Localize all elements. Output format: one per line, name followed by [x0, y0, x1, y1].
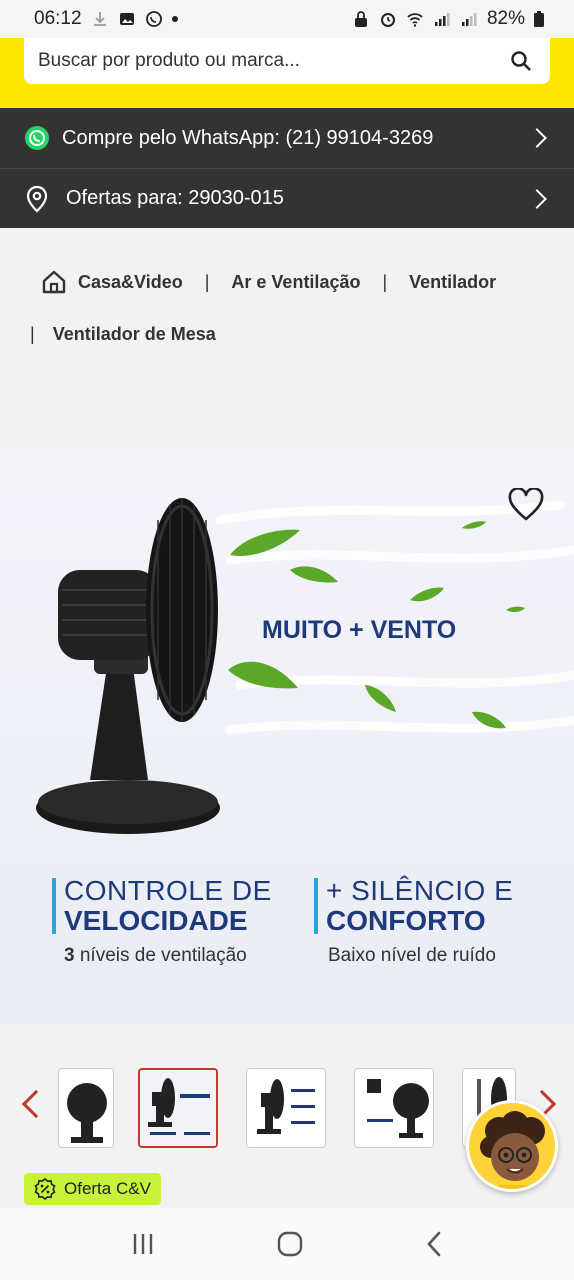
signal-2-icon [461, 13, 477, 26]
breadcrumb-item-subcategory[interactable]: Ventilador [409, 272, 496, 293]
arrow-left-icon[interactable] [21, 1089, 51, 1119]
location-label: Ofertas para: 29030-015 [66, 187, 284, 209]
breadcrumb-separator: | [204, 271, 210, 292]
feature-2-line2: CONFORTO [326, 905, 486, 936]
breadcrumb: Casa&Video | Ar e Ventilação | Ventilado… [0, 228, 574, 450]
gallery-icon [119, 13, 134, 25]
breadcrumb-separator: | [30, 324, 35, 344]
lock-icon [354, 11, 367, 27]
whatsapp-icon [25, 126, 49, 150]
home-icon[interactable] [40, 268, 68, 296]
search-placeholder: Buscar por produto ou marca... [38, 50, 300, 71]
feature-divider [314, 878, 318, 934]
chat-assistant-avatar[interactable] [466, 1100, 558, 1192]
feature-2-subtitle: Baixo nível de ruído [328, 945, 496, 966]
chevron-right-icon [527, 128, 547, 148]
breadcrumb-item-category[interactable]: Ar e Ventilação [231, 272, 360, 293]
thumbnail-1-image [67, 1083, 107, 1143]
location-pin-icon [26, 185, 48, 212]
breadcrumb-item-home[interactable]: Casa&Video [78, 272, 183, 293]
feature-1-subtitle: 3 níveis de ventilação [64, 945, 247, 967]
fan-illustration [36, 498, 220, 834]
product-illustration [36, 498, 574, 834]
back-icon[interactable] [424, 1230, 444, 1258]
offer-badge[interactable]: Oferta C&V [24, 1173, 161, 1205]
battery-level: 82% [486, 8, 525, 29]
recent-apps-icon[interactable] [130, 1232, 156, 1256]
feature-1-sub-bold: 3 [64, 945, 75, 966]
thumbnail-3[interactable] [246, 1068, 326, 1148]
headline-text: MUITO + VENTO [262, 616, 457, 644]
whatsapp-label: Compre pelo WhatsApp: (21) 99104-3269 [62, 126, 434, 149]
heart-icon[interactable] [508, 488, 544, 522]
wifi-icon [407, 13, 423, 27]
feature-1-sub-rest: níveis de ventilação [74, 945, 247, 966]
chevron-right-icon [527, 188, 547, 209]
feature-1-line2: VELOCIDADE [64, 905, 248, 936]
badge-percent-icon [34, 1178, 56, 1200]
avatar-image [469, 1103, 555, 1189]
thumbnail-2-image [140, 1070, 216, 1146]
signal-icon [434, 13, 450, 26]
status-bar: 06:12 82% [0, 0, 574, 38]
thumbnail-4[interactable] [354, 1068, 434, 1148]
status-time: 06:12 [34, 8, 82, 29]
search-input[interactable]: Buscar por produto ou marca... [24, 38, 550, 84]
feature-divider [52, 878, 56, 934]
feature-2-line1: + SILÊNCIO E [326, 875, 514, 906]
offer-badge-label: Oferta C&V [64, 1179, 151, 1198]
thumbnail-3-image [247, 1069, 325, 1147]
product-image[interactable]: MUITO + VENTO CONTROLE DE VELOCIDADE 3 n… [0, 450, 574, 1024]
notification-dot-icon [171, 16, 178, 22]
breadcrumb-item-current[interactable]: Ventilador de Mesa [53, 324, 216, 345]
alarm-icon [380, 13, 395, 27]
breadcrumb-separator: | [382, 271, 388, 292]
search-header: Buscar por produto ou marca... [0, 38, 574, 108]
system-nav-bar [0, 1208, 574, 1280]
feature-1-line1: CONTROLE DE [64, 875, 272, 906]
home-button-icon[interactable] [276, 1230, 304, 1258]
thumbnail-1[interactable] [58, 1068, 114, 1148]
battery-icon [534, 11, 544, 27]
search-icon[interactable] [510, 50, 532, 72]
thumbnail-4-image [355, 1069, 433, 1147]
whatsapp-bar[interactable]: Compre pelo WhatsApp: (21) 99104-3269 [0, 108, 574, 168]
thumbnail-2[interactable] [138, 1068, 218, 1148]
whatsapp-status-icon [145, 11, 162, 27]
location-bar[interactable]: Ofertas para: 29030-015 [0, 168, 574, 228]
download-icon [93, 12, 106, 26]
